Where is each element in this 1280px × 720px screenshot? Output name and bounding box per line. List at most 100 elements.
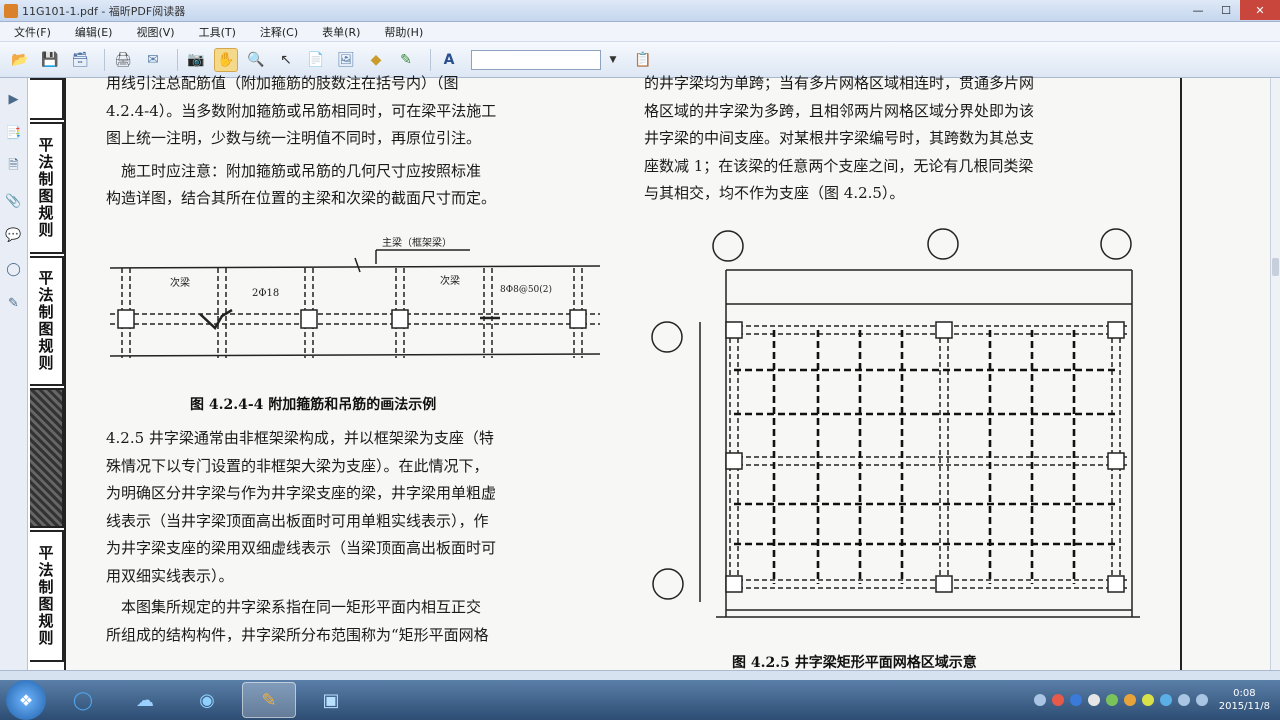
chapter-tab-dark (30, 388, 64, 528)
hand-tool-icon[interactable]: ✋ (214, 47, 238, 72)
clock-date: 2015/11/8 (1218, 701, 1270, 712)
clock[interactable]: 0:08 2015/11/8 (1219, 687, 1270, 713)
system-tray: 0:08 2015/11/8 (1031, 680, 1280, 720)
stamp-icon[interactable]: ◆ (364, 48, 388, 72)
open-icon[interactable]: 📂 (8, 48, 32, 72)
image-select-icon[interactable]: 🖼 (334, 48, 358, 72)
text-line: 用双细实线表示）。 (106, 566, 234, 585)
secondary-beam-label-2: 次梁 (440, 274, 460, 287)
grid-beam-figure (651, 228, 1140, 618)
tray-icon[interactable] (1195, 694, 1208, 706)
text-line: 为井字梁支座的梁用双细虚线表示（当梁顶面高出板面时可 (106, 539, 497, 557)
find-icon[interactable]: A (437, 48, 461, 72)
page-edge (1180, 78, 1182, 670)
chapter-tab-3: 平法制图规则 (30, 530, 64, 662)
screen-recorder-icon[interactable]: ▣ (304, 682, 358, 718)
secondary-beam-label-1: 次梁 (170, 276, 190, 289)
chapter-tab-2: 平法制图规则 (30, 256, 64, 386)
ie-icon[interactable]: ◯ (56, 682, 110, 718)
title-bar: 11G101-1.pdf - 福昕PDF阅读器 — ☐ ✕ (0, 0, 1280, 22)
save-as-icon[interactable]: 🗃 (68, 48, 92, 72)
text-line: 图上统一注明，少数与统一注明值不同时，再原位引注。 (106, 129, 482, 147)
comments-icon[interactable]: 💬 (5, 226, 23, 244)
tray-icon[interactable] (1123, 694, 1136, 706)
text-line: 线表示（当井字梁顶面高出板面时可用单粗实线表示），作 (106, 511, 489, 530)
clock-time: 0:08 (1233, 688, 1256, 699)
save-icon[interactable]: 💾 (38, 48, 62, 72)
start-button[interactable]: ❖ (6, 680, 46, 720)
search-input[interactable] (471, 49, 601, 70)
foxit-reader-task[interactable]: ✎ (242, 682, 296, 718)
right-text-block: 的井字梁均为单跨；当有多片网格区域相连时，贯通多片网 格区域的井字梁为多跨，且相… (644, 70, 1174, 208)
status-bar (0, 670, 1280, 680)
document-properties-icon[interactable]: 📋 (631, 48, 655, 72)
tray-icon[interactable] (1051, 694, 1064, 706)
browser-icon[interactable]: ◉ (180, 682, 234, 718)
main-beam-label: 主梁（框架梁） (382, 236, 452, 249)
zoom-icon[interactable]: 🔍 (244, 48, 268, 72)
scrollbar-thumb[interactable] (1272, 258, 1279, 276)
text-line: 本图集所规定的井字梁系指在同一矩形平面内相互正交 (106, 598, 482, 616)
baidu-cloud-icon[interactable]: ☁ (118, 682, 172, 718)
rebar-label-2: 8Φ8@50(2) (500, 284, 552, 295)
text-line: 的井字梁均为单跨；当有多片网格区域相连时，贯通多片网 (644, 74, 1035, 92)
vertical-scrollbar[interactable] (1270, 78, 1280, 670)
window-title: 11G101-1.pdf - 福昕PDF阅读器 (22, 4, 186, 18)
security-icon[interactable]: ✎ (5, 294, 23, 312)
attachments-icon[interactable]: 📎 (5, 192, 23, 210)
tray-icon[interactable] (1087, 694, 1100, 706)
chapter-tabs: 平法制图规则 平法制图规则 平法制图规则 (28, 78, 66, 670)
snapshot-icon[interactable]: 📷 (184, 48, 208, 72)
menu-view[interactable]: 视图(V) (122, 24, 184, 40)
navigation-panel: ▶ 📑 🗎 📎 💬 ◯ ✎ (0, 78, 28, 670)
minimize-button[interactable]: — (1184, 0, 1212, 20)
signatures-icon[interactable]: ◯ (5, 260, 23, 278)
menu-help[interactable]: 帮助(H) (370, 24, 433, 40)
chapter-tab-1: 平法制图规则 (30, 122, 64, 254)
left-text-block-1: 用线引注总配筋值（附加箍筋的肢数注在括号内）（图 4.2.4-4）。当多数附加箍… (106, 70, 626, 213)
toolbar-separator (177, 48, 178, 71)
tray-icon[interactable] (1159, 694, 1172, 706)
beam-figure: 主梁（框架梁） 次梁 2Φ18 次梁 8Φ8@50(2) (109, 236, 601, 358)
search-dropdown-icon[interactable]: ▼ (601, 48, 625, 72)
menu-comment[interactable]: 注释(C) (246, 24, 308, 40)
print-icon[interactable]: 🖨 (111, 48, 135, 72)
toolbar-separator (430, 48, 431, 71)
select-arrow-icon[interactable]: ↖ (274, 48, 298, 72)
text-select-icon[interactable]: 📄 (304, 48, 328, 72)
close-button[interactable]: ✕ (1240, 0, 1280, 20)
tray-icon[interactable] (1141, 694, 1154, 706)
tray-icon[interactable] (1033, 694, 1046, 706)
menu-form[interactable]: 表单(R) (308, 24, 370, 40)
chapter-tab-top (30, 78, 64, 120)
text-line: 与其相交，均不作为支座（图 4.2.5）。 (644, 184, 905, 202)
text-line: 殊情况下以专门设置的非框架大梁为支座）。在此情况下， (106, 456, 489, 475)
text-line: 4.2.5 井字梁通常由非框架梁构成，并以框架梁为支座（特 (106, 429, 494, 447)
text-line: 为明确区分井字梁与作为井字梁支座的梁，井字梁用单粗虚 (106, 484, 497, 502)
text-line: 构造详图，结合其所在位置的主梁和次梁的截面尺寸而定。 (106, 189, 497, 207)
menu-bar: 文件(F) 编辑(E) 视图(V) 工具(T) 注释(C) 表单(R) 帮助(H… (0, 22, 1280, 42)
tray-icon[interactable] (1105, 694, 1118, 706)
pen-icon[interactable]: ✎ (394, 48, 418, 72)
text-line: 施工时应注意：附加箍筋或吊筋的几何尺寸应按照标准 (106, 161, 482, 180)
text-line: 4.2.4-4）。当多数附加箍筋或吊筋相同时，可在梁平法施工 (106, 101, 497, 120)
tray-icon[interactable] (1177, 694, 1190, 706)
text-line: 用线引注总配筋值（附加箍筋的肢数注在括号内）（图 (106, 74, 459, 92)
pages-icon[interactable]: 📑 (5, 124, 23, 142)
text-line: 座数减 1；在该梁的任意两个支座之间，无论有几根同类梁 (644, 156, 1034, 175)
text-line: 格区域的井字梁为多跨，且相邻两片网格区域分界处即为该 (644, 101, 1035, 120)
tray-icon[interactable] (1069, 694, 1082, 706)
menu-file[interactable]: 文件(F) (0, 24, 61, 40)
bookmarks-icon[interactable]: ▶ (5, 90, 23, 108)
email-icon[interactable]: ✉ (141, 48, 165, 72)
toolbar-separator (104, 48, 105, 71)
foxit-app-icon (4, 3, 18, 18)
maximize-button[interactable]: ☐ (1212, 0, 1240, 20)
taskbar: ❖ ◯ ☁ ◉ ✎ ▣ 0:08 2015/11/8 (0, 680, 1280, 720)
text-line: 所组成的结构构件，井字梁所分布范围称为“矩形平面网格 (106, 625, 489, 644)
left-figure-caption: 图 4.2.4-4 附加箍筋和吊筋的画法示例 (190, 397, 437, 413)
menu-tools[interactable]: 工具(T) (185, 24, 246, 40)
menu-edit[interactable]: 编辑(E) (61, 24, 123, 40)
layers-icon[interactable]: 🗎 (5, 158, 23, 176)
rebar-label-1: 2Φ18 (252, 288, 279, 299)
